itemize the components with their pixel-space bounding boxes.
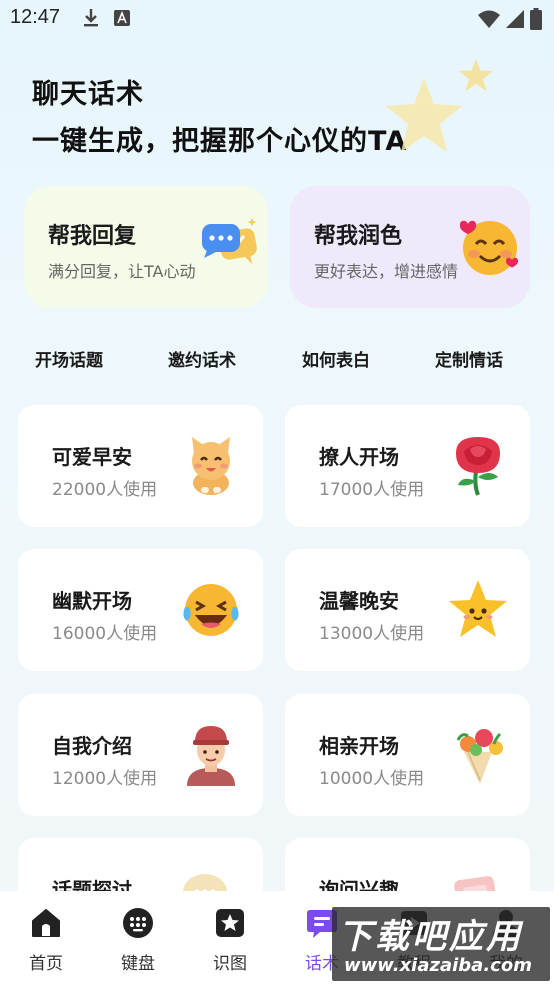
template-card-self-introduction[interactable]: 自我介绍 12000人使用 xyxy=(18,694,263,816)
laughing-emoji-icon xyxy=(183,584,239,636)
help-polish-card[interactable]: 帮我润色 更好表达，增进感情 xyxy=(290,186,530,308)
template-usage: 10000人使用 xyxy=(319,769,425,789)
watermark-logo: 下载吧应用 www.xiazaiba.com xyxy=(332,907,550,981)
template-name: 幽默开场 xyxy=(52,589,132,613)
wifi-icon xyxy=(478,10,500,28)
tab-invitation-scripts[interactable]: 邀约话术 xyxy=(168,346,236,371)
template-name: 自我介绍 xyxy=(52,734,132,758)
image-recognize-icon xyxy=(216,909,244,937)
help-polish-title: 帮我润色 xyxy=(314,224,403,249)
blushing-emoji-icon xyxy=(459,220,519,275)
home-icon xyxy=(32,909,60,937)
template-name: 温馨晚安 xyxy=(319,589,399,613)
nav-label: 键盘 xyxy=(121,954,155,974)
nav-label: 识图 xyxy=(213,954,247,974)
star-icon xyxy=(449,580,507,637)
page-title: 聊天话术 xyxy=(32,79,144,110)
template-card-warm-goodnight[interactable]: 温馨晚安 13000人使用 xyxy=(285,549,530,671)
template-usage: 22000人使用 xyxy=(52,480,158,500)
help-reply-card[interactable]: 帮我回复 满分回复，让TA心动 xyxy=(24,186,268,308)
cat-icon xyxy=(192,437,230,495)
nav-home[interactable]: 首页 xyxy=(16,907,76,974)
template-card-flirty-opening[interactable]: 撩人开场 17000人使用 xyxy=(285,405,530,527)
app-notification-icon xyxy=(114,10,130,26)
rose-icon xyxy=(456,437,500,496)
nav-label: 首页 xyxy=(29,954,63,974)
tab-how-to-confess[interactable]: 如何表白 xyxy=(302,346,370,371)
template-name: 撩人开场 xyxy=(319,445,399,469)
template-name: 可爱早安 xyxy=(52,445,132,469)
person-icon xyxy=(187,726,235,786)
status-time: 12:47 xyxy=(10,6,61,28)
signal-icon xyxy=(506,10,524,28)
template-card-humorous-opening[interactable]: 幽默开场 16000人使用 xyxy=(18,549,263,671)
template-card-cute-morning[interactable]: 可爱早安 22000人使用 xyxy=(18,405,263,527)
template-card-blind-date-opening[interactable]: 相亲开场 10000人使用 xyxy=(285,694,530,816)
nav-image-recognize[interactable]: 识图 xyxy=(200,907,260,974)
battery-icon xyxy=(530,8,542,30)
keyboard-icon xyxy=(123,908,153,938)
template-usage: 13000人使用 xyxy=(319,624,425,644)
status-bar: 12:47 xyxy=(0,0,554,38)
template-usage: 16000人使用 xyxy=(52,624,158,644)
template-name: 相亲开场 xyxy=(319,734,399,758)
tab-opening-topics[interactable]: 开场话题 xyxy=(35,346,103,371)
bouquet-icon xyxy=(456,729,503,784)
tab-custom-love-words[interactable]: 定制情话 xyxy=(435,346,503,371)
chat-bubbles-icon xyxy=(202,218,257,264)
watermark-url: www.xiazaiba.com xyxy=(344,955,532,976)
page-subtitle: 一键生成，把握那个心仪的TA xyxy=(32,126,408,157)
help-reply-desc: 满分回复，让TA心动 xyxy=(48,262,196,281)
help-reply-title: 帮我回复 xyxy=(48,224,137,249)
help-polish-desc: 更好表达，增进感情 xyxy=(314,262,459,281)
download-icon xyxy=(84,9,98,27)
nav-keyboard[interactable]: 键盘 xyxy=(108,907,168,974)
template-usage: 17000人使用 xyxy=(319,480,425,500)
small-star-decoration-icon xyxy=(459,59,493,91)
star-decoration-icon xyxy=(386,78,462,152)
watermark-title: 下载吧应用 xyxy=(338,917,523,957)
template-usage: 12000人使用 xyxy=(52,769,158,789)
